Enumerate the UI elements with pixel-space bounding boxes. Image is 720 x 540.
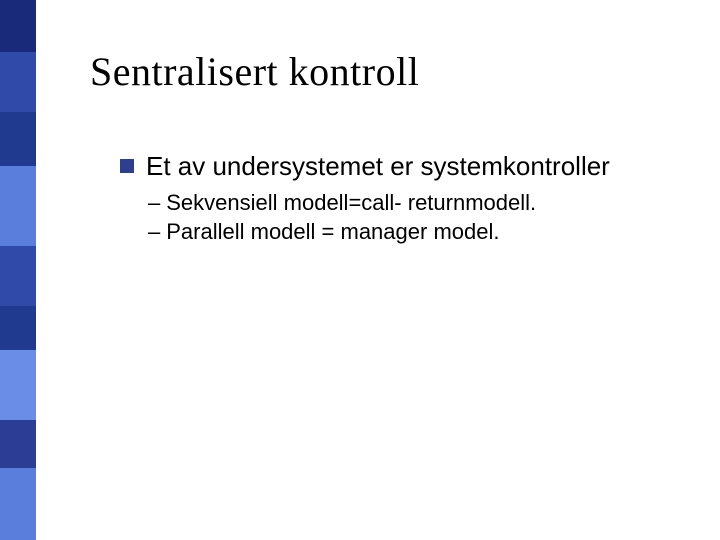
sidebar-block (0, 0, 36, 52)
bullet-level2: – Sekvensiell modell=call- returnmodell. (148, 189, 680, 217)
decorative-sidebar (0, 0, 36, 540)
sidebar-block (0, 112, 36, 166)
dash-bullet-icon: – (148, 218, 160, 246)
sidebar-block (0, 166, 36, 246)
square-bullet-icon (120, 159, 134, 173)
slide-title: Sentralisert kontroll (90, 48, 419, 95)
dash-bullet-icon: – (148, 189, 160, 217)
sidebar-block (0, 306, 36, 350)
sidebar-block (0, 52, 36, 112)
bullet-level1-text: Et av undersystemet er systemkontroller (146, 150, 610, 183)
bullet-level2-text: Sekvensiell modell=call- returnmodell. (166, 189, 536, 217)
sidebar-block (0, 468, 36, 540)
bullet-level1: Et av undersystemet er systemkontroller (120, 150, 680, 183)
slide: Sentralisert kontroll Et av undersysteme… (0, 0, 720, 540)
bullet-level2: – Parallell modell = manager model. (148, 218, 680, 246)
bullet-level2-group: – Sekvensiell modell=call- returnmodell.… (148, 189, 680, 246)
sidebar-block (0, 246, 36, 306)
sidebar-block (0, 350, 36, 420)
sidebar-block (0, 420, 36, 468)
slide-body: Et av undersystemet er systemkontroller … (120, 150, 680, 248)
bullet-level2-text: Parallell modell = manager model. (166, 218, 499, 246)
